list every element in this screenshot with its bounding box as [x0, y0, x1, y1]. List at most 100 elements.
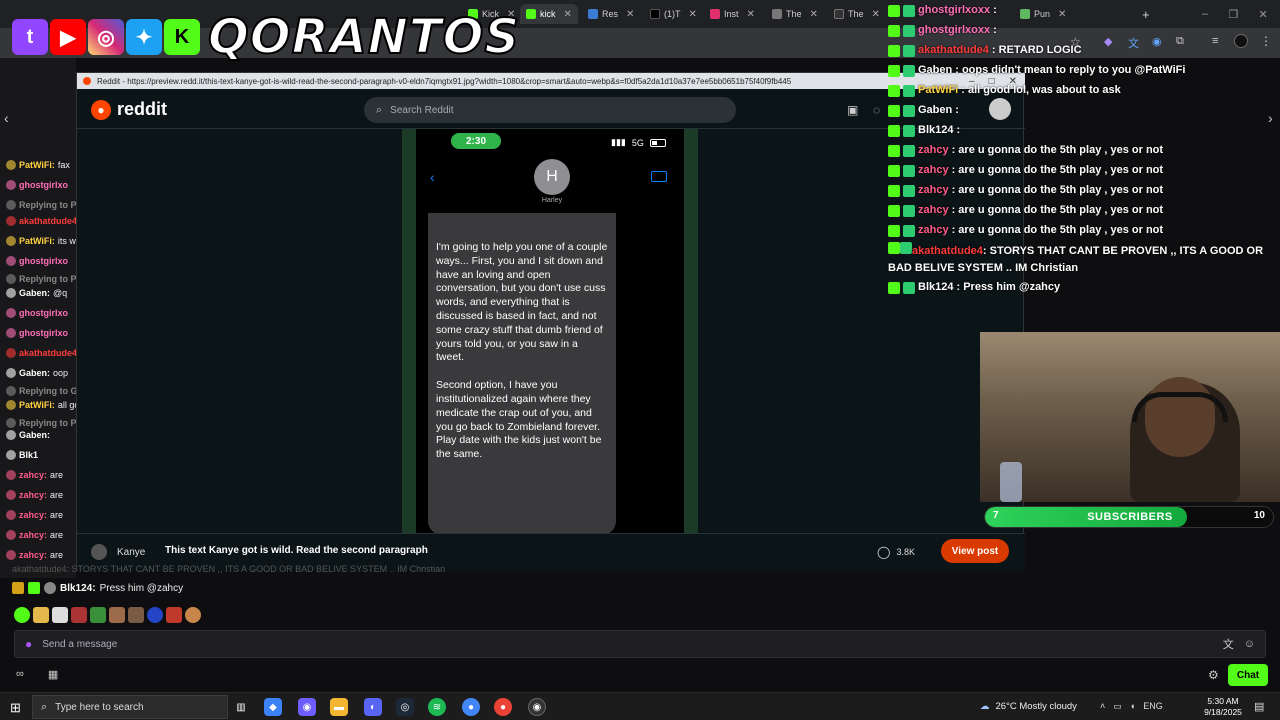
- overlay-chat-username[interactable]: zahcy: [918, 222, 949, 239]
- taskbar-search[interactable]: ⌕ Type here to search: [32, 695, 228, 719]
- browser-tab[interactable]: Res ✕: [582, 4, 640, 24]
- weather-widget[interactable]: ☁ 26°C Mostly cloudy: [980, 701, 1077, 712]
- close-icon[interactable]: ✕: [689, 9, 697, 20]
- chevron-up-icon[interactable]: ˄: [1100, 701, 1105, 712]
- emote-icon[interactable]: [185, 607, 201, 623]
- discord-icon[interactable]: ◐: [364, 698, 382, 716]
- translate-icon[interactable]: 文: [1223, 636, 1234, 652]
- emote-icon[interactable]: [166, 607, 182, 623]
- close-icon[interactable]: ✕: [747, 9, 755, 20]
- chat-icon[interactable]: ◌: [873, 103, 880, 117]
- chat-message-input[interactable]: [42, 638, 1213, 650]
- close-icon[interactable]: ✕: [626, 9, 634, 20]
- lang-indicator[interactable]: ENG: [1143, 701, 1163, 712]
- obs-icon[interactable]: ◉: [528, 698, 546, 716]
- task-view-icon[interactable]: ▥: [232, 698, 250, 716]
- chat-input-box[interactable]: ● 文 ☺: [14, 630, 1266, 658]
- search-input[interactable]: [390, 104, 691, 116]
- emote-icon[interactable]: [128, 607, 144, 623]
- left-chat-username[interactable]: Gaben:: [19, 430, 50, 440]
- left-chat-username[interactable]: zahcy:: [19, 550, 47, 560]
- left-chat-username[interactable]: zahcy:: [19, 510, 47, 520]
- overlay-chat-username[interactable]: zahcy: [918, 162, 949, 179]
- overlay-chat-username[interactable]: akathatdude4: [918, 42, 989, 59]
- overlay-chat-username[interactable]: akathatdude4: [912, 245, 983, 257]
- post-author[interactable]: Kanye: [91, 544, 145, 560]
- emote-icon[interactable]: [71, 607, 87, 623]
- overlay-chat-username[interactable]: ghostgirlxoxx: [918, 2, 990, 19]
- left-chat-username[interactable]: ghostgirlxo: [19, 308, 68, 318]
- ads-icon[interactable]: ▣: [847, 103, 858, 117]
- overlay-chat-username[interactable]: zahcy: [918, 202, 949, 219]
- overlay-chat-username[interactable]: Blk124: [918, 279, 953, 296]
- browser-tab[interactable]: Inst ✕: [704, 4, 761, 24]
- overlay-chat-username[interactable]: zahcy: [918, 142, 949, 159]
- left-chat-row: zahcy: are: [6, 470, 63, 480]
- browser-tab[interactable]: The ✕: [766, 4, 824, 24]
- left-chat-username[interactable]: ghostgirlxo: [19, 180, 68, 190]
- file-explorer-icon[interactable]: ▬: [330, 698, 348, 716]
- app-icon[interactable]: ◉: [298, 698, 316, 716]
- left-chat-username[interactable]: Gaben:: [19, 368, 50, 378]
- left-chat-username[interactable]: Replying to G: [19, 386, 76, 396]
- left-chat-username[interactable]: akathatdude4:: [19, 216, 76, 226]
- emoji-icon[interactable]: ☺: [1244, 638, 1255, 650]
- gift-icon[interactable]: ▦: [48, 668, 58, 681]
- left-chat-username[interactable]: ghostgirlxo: [19, 256, 68, 266]
- notification-icon[interactable]: ▤: [1254, 700, 1264, 713]
- emote-icon[interactable]: [147, 607, 163, 623]
- overlay-chat-username[interactable]: Gaben: [918, 62, 952, 79]
- infinity-icon[interactable]: ∞: [16, 668, 24, 681]
- browser-tab-active[interactable]: kick ✕: [520, 4, 578, 24]
- left-chat-username[interactable]: zahcy:: [19, 490, 47, 500]
- left-chat-username[interactable]: Replying to P: [19, 200, 76, 210]
- microphone-icon[interactable]: ●: [25, 637, 32, 651]
- emote-icon[interactable]: [109, 607, 125, 623]
- overlay-chat-row: PatWiFi: all good lol, was about to ask: [888, 82, 1121, 99]
- close-icon[interactable]: ✕: [872, 9, 880, 20]
- volume-icon[interactable]: ◖: [1130, 701, 1135, 712]
- emote-icon[interactable]: [52, 607, 68, 623]
- browser-tab[interactable]: (1)T ✕: [644, 4, 703, 24]
- left-chat-username[interactable]: Gaben:: [19, 288, 50, 298]
- left-chat-username[interactable]: PatWiFi:: [19, 400, 55, 410]
- spotify-icon[interactable]: ≋: [428, 698, 446, 716]
- chat-send-button[interactable]: Chat: [1228, 664, 1268, 686]
- left-chat-username[interactable]: Replying to P: [19, 274, 76, 284]
- steam-icon[interactable]: ◎: [396, 698, 414, 716]
- kick-badge-icon: [888, 144, 900, 157]
- left-chat-text: all go: [57, 400, 76, 410]
- chevron-left-icon[interactable]: ‹: [4, 110, 9, 126]
- close-icon[interactable]: ✕: [810, 9, 818, 20]
- network-icon[interactable]: ▭: [1113, 701, 1122, 712]
- left-chat-username[interactable]: Blk1: [19, 450, 38, 460]
- left-chat-username[interactable]: ghostgirlxo: [19, 328, 68, 338]
- left-chat-username[interactable]: akathatdude4:: [19, 348, 76, 358]
- emote-icon[interactable]: [90, 607, 106, 623]
- overlay-chat-username[interactable]: ghostgirlxoxx: [918, 22, 990, 39]
- emote-icon[interactable]: [33, 607, 49, 623]
- left-chat-username[interactable]: PatWiFi:: [19, 236, 55, 246]
- gear-icon[interactable]: ⚙: [1208, 668, 1219, 682]
- chrome-icon[interactable]: ●: [462, 698, 480, 716]
- left-chat-username[interactable]: Replying to P: [19, 418, 76, 428]
- chrome-icon[interactable]: ●: [494, 698, 512, 716]
- copilot-icon[interactable]: ◆: [264, 698, 282, 716]
- browser-tab[interactable]: The ✕: [828, 4, 886, 24]
- taskbar-clock[interactable]: 5:30 AM 9/18/2025: [1200, 696, 1246, 718]
- reddit-logo[interactable]: ● reddit: [91, 99, 167, 120]
- chat-tools: ∞ ▦: [16, 668, 58, 681]
- left-chat-username[interactable]: zahcy:: [19, 470, 47, 480]
- overlay-chat-username[interactable]: Blk124: [918, 122, 953, 139]
- reddit-search[interactable]: ⌕: [364, 97, 736, 123]
- left-chat-username[interactable]: zahcy:: [19, 530, 47, 540]
- overlay-chat-username[interactable]: Gaben: [918, 102, 952, 119]
- overlay-chat-username[interactable]: PatWiFi: [918, 82, 958, 99]
- left-chat-username[interactable]: PatWiFi:: [19, 160, 55, 170]
- emote-icon[interactable]: [14, 607, 30, 623]
- windows-start-icon[interactable]: ⊞: [10, 700, 21, 716]
- overlay-chat-username[interactable]: zahcy: [918, 182, 949, 199]
- comments-button[interactable]: ◯ 3.8K: [877, 541, 915, 563]
- close-icon[interactable]: ✕: [564, 9, 572, 20]
- view-post-button[interactable]: View post: [941, 539, 1009, 563]
